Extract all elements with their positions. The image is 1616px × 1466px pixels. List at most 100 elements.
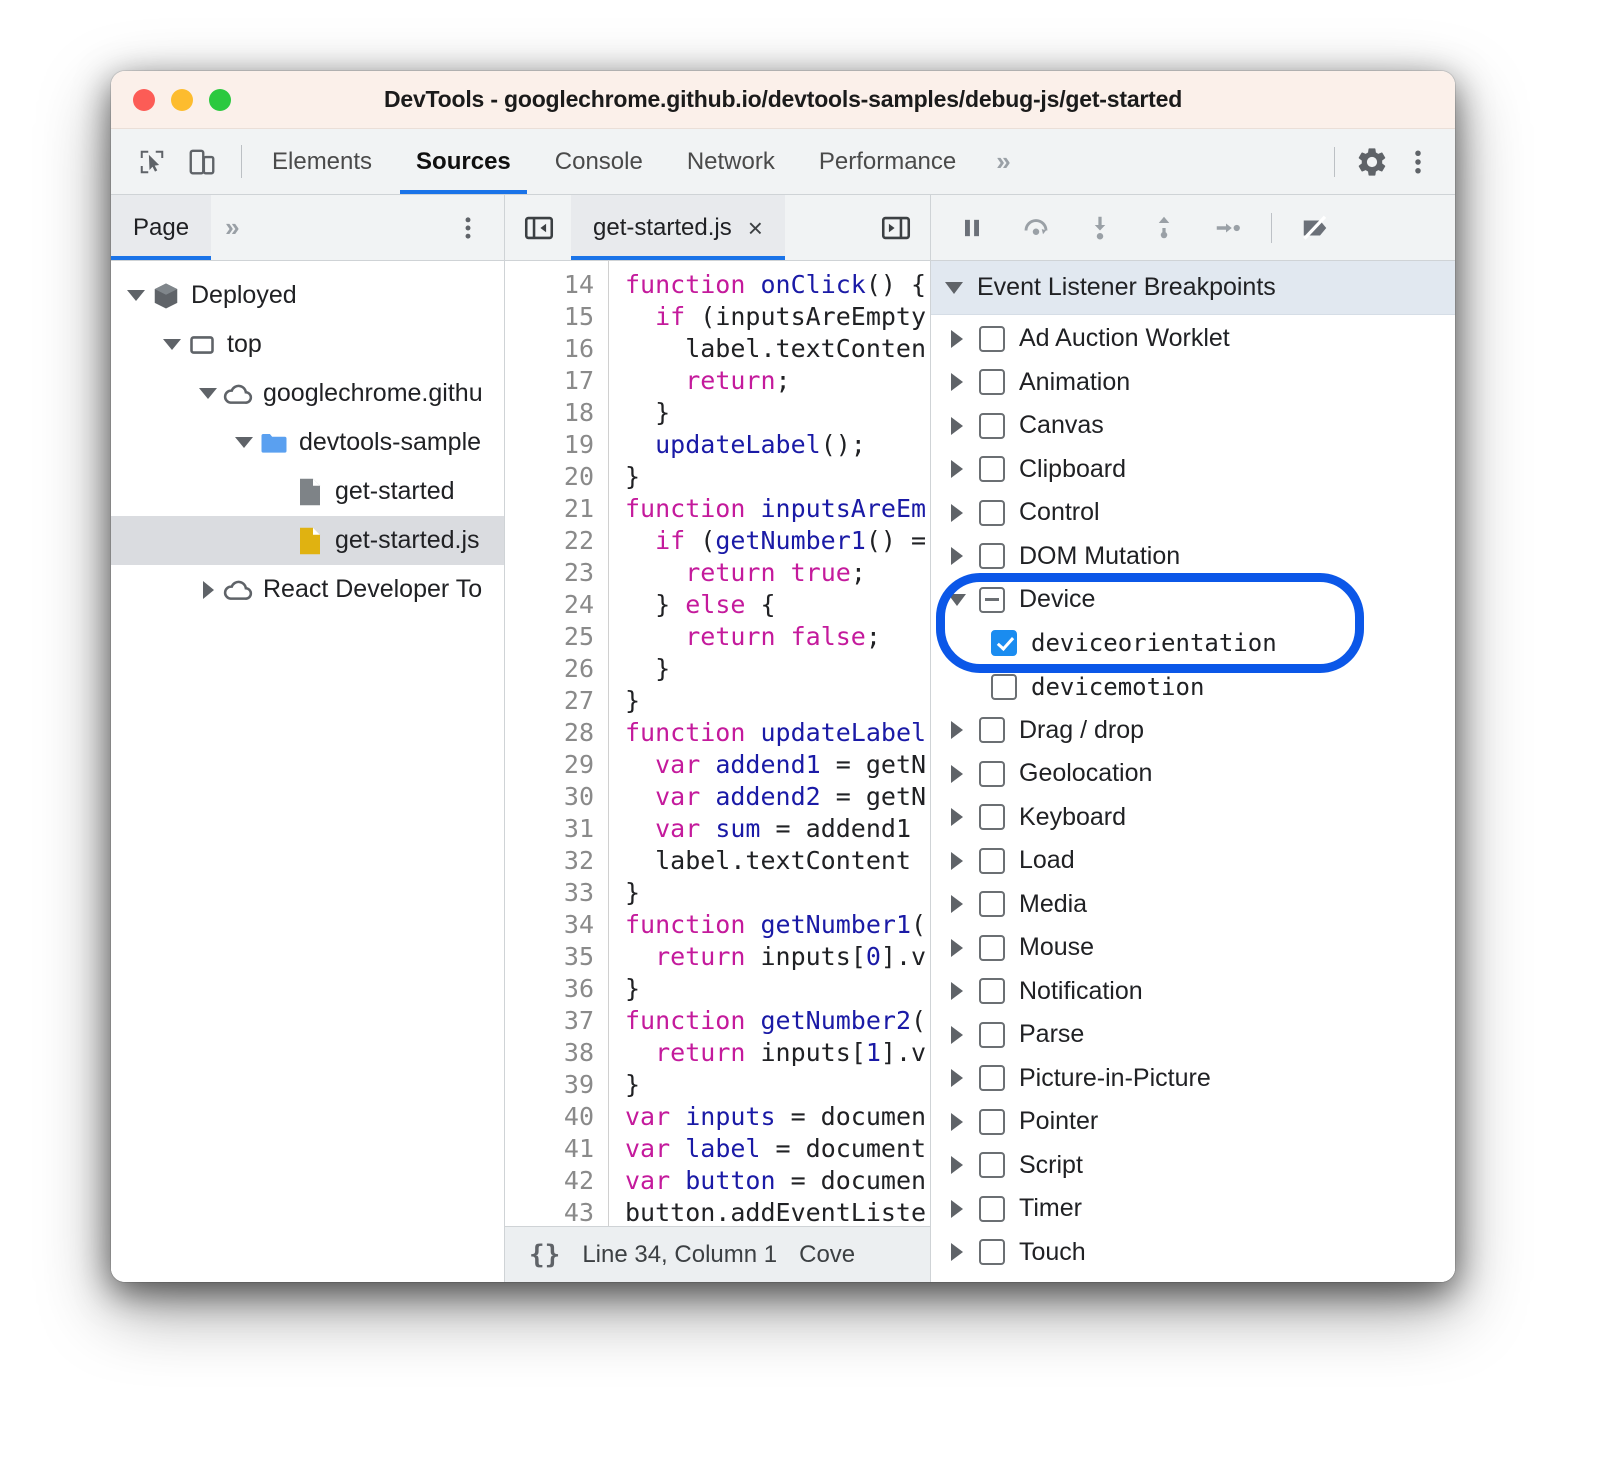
tab-network[interactable]: Network xyxy=(665,129,797,194)
gear-icon[interactable] xyxy=(1349,139,1395,185)
breakpoint-row-pointer[interactable]: Pointer xyxy=(931,1100,1455,1144)
breakpoint-row-device[interactable]: Device xyxy=(931,578,1455,622)
chevron-right-icon[interactable] xyxy=(943,1156,971,1174)
checkbox-device[interactable] xyxy=(979,587,1005,613)
chevron-down-icon[interactable] xyxy=(123,290,149,301)
checkbox-load[interactable] xyxy=(979,848,1005,874)
code-line[interactable]: } else { xyxy=(625,589,930,621)
checkbox-dom-mutation[interactable] xyxy=(979,543,1005,569)
breakpoint-row-drag-drop[interactable]: Drag / drop xyxy=(931,709,1455,753)
breakpoint-row-timer[interactable]: Timer xyxy=(931,1187,1455,1231)
checkbox-touch[interactable] xyxy=(979,1239,1005,1265)
tree-item-devtools-sample[interactable]: devtools-sample xyxy=(111,418,504,467)
show-debugger-icon[interactable] xyxy=(874,206,918,250)
checkbox-drag-drop[interactable] xyxy=(979,717,1005,743)
step-out-icon[interactable] xyxy=(1135,202,1193,254)
chevron-right-icon[interactable] xyxy=(943,852,971,870)
code-line[interactable]: return inputs[1].v xyxy=(625,1037,930,1069)
breakpoint-row-mouse[interactable]: Mouse xyxy=(931,926,1455,970)
step-into-icon[interactable] xyxy=(1071,202,1129,254)
breakpoint-row-keyboard[interactable]: Keyboard xyxy=(931,796,1455,840)
code-line[interactable]: } xyxy=(625,1069,930,1101)
breakpoint-row-load[interactable]: Load xyxy=(931,839,1455,883)
code-line[interactable]: var label = document xyxy=(625,1133,930,1165)
breakpoint-row-control[interactable]: Control xyxy=(931,491,1455,535)
checkbox-mouse[interactable] xyxy=(979,935,1005,961)
chevron-right-icon[interactable] xyxy=(943,1069,971,1087)
code-line[interactable]: } xyxy=(625,877,930,909)
code-line[interactable]: return true; xyxy=(625,557,930,589)
checkbox-clipboard[interactable] xyxy=(979,456,1005,482)
breakpoint-row-touch[interactable]: Touch xyxy=(931,1231,1455,1275)
chevron-right-icon[interactable] xyxy=(943,1200,971,1218)
checkbox-geolocation[interactable] xyxy=(979,761,1005,787)
checkbox-media[interactable] xyxy=(979,891,1005,917)
code-line[interactable]: function inputsAreEm xyxy=(625,493,930,525)
chevron-right-icon[interactable] xyxy=(943,373,971,391)
code-line[interactable]: function onClick() { xyxy=(625,269,930,301)
code-line[interactable]: return false; xyxy=(625,621,930,653)
code-line[interactable]: function getNumber2( xyxy=(625,1005,930,1037)
code-line[interactable]: var addend2 = getN xyxy=(625,781,930,813)
chevron-down-icon[interactable] xyxy=(159,339,185,350)
code-line[interactable]: } xyxy=(625,685,930,717)
deactivate-breakpoints-icon[interactable] xyxy=(1286,202,1344,254)
step-icon[interactable] xyxy=(1199,202,1257,254)
breakpoint-row-geolocation[interactable]: Geolocation xyxy=(931,752,1455,796)
chevron-right-icon[interactable] xyxy=(943,721,971,739)
source-code[interactable]: function onClick() { if (inputsAreEmpty … xyxy=(609,261,930,1226)
tree-item-deployed[interactable]: Deployed xyxy=(111,271,504,320)
checkbox-devicemotion[interactable] xyxy=(991,674,1017,700)
chevron-right-icon[interactable] xyxy=(943,1026,971,1044)
navigator-tab-page[interactable]: Page xyxy=(111,195,211,260)
zoom-window-button[interactable] xyxy=(209,89,231,111)
tree-item-googlechrome-githu[interactable]: googlechrome.githu xyxy=(111,369,504,418)
editor-tab-get-started-js[interactable]: get-started.js × xyxy=(571,195,785,260)
checkbox-deviceorientation[interactable] xyxy=(991,630,1017,656)
chevron-right-icon[interactable] xyxy=(943,460,971,478)
tree-item-react-developer-to[interactable]: React Developer To xyxy=(111,565,504,614)
checkbox-parse[interactable] xyxy=(979,1022,1005,1048)
minimize-window-button[interactable] xyxy=(171,89,193,111)
checkbox-control[interactable] xyxy=(979,500,1005,526)
code-line[interactable]: } xyxy=(625,397,930,429)
close-icon[interactable]: × xyxy=(748,215,763,241)
breakpoint-row-devicemotion[interactable]: devicemotion xyxy=(931,665,1455,709)
chevron-right-icon[interactable] xyxy=(943,765,971,783)
checkbox-picture-in-picture[interactable] xyxy=(979,1065,1005,1091)
breakpoint-row-ad-auction-worklet[interactable]: Ad Auction Worklet xyxy=(931,317,1455,361)
chevron-right-icon[interactable] xyxy=(943,808,971,826)
code-line[interactable]: if (getNumber1() = xyxy=(625,525,930,557)
code-line[interactable]: label.textConten xyxy=(625,333,930,365)
tab-elements[interactable]: Elements xyxy=(250,129,394,194)
event-listener-breakpoints-header[interactable]: Event Listener Breakpoints xyxy=(931,261,1455,315)
chevron-right-icon[interactable] xyxy=(943,895,971,913)
code-line[interactable]: function updateLabel xyxy=(625,717,930,749)
breakpoint-row-parse[interactable]: Parse xyxy=(931,1013,1455,1057)
checkbox-script[interactable] xyxy=(979,1152,1005,1178)
chevron-right-icon[interactable] xyxy=(943,982,971,1000)
coverage-label[interactable]: Cove xyxy=(799,1241,855,1269)
code-line[interactable]: function getNumber1( xyxy=(625,909,930,941)
device-toolbar-icon[interactable] xyxy=(179,139,225,185)
code-line[interactable]: return inputs[0].v xyxy=(625,941,930,973)
pause-resume-script-icon[interactable] xyxy=(943,202,1001,254)
breakpoint-row-deviceorientation[interactable]: deviceorientation xyxy=(931,622,1455,666)
chevron-down-icon[interactable] xyxy=(943,594,971,606)
tab-performance[interactable]: Performance xyxy=(797,129,978,194)
inspect-cursor-icon[interactable] xyxy=(129,139,175,185)
pretty-print-icon[interactable]: {} xyxy=(529,1240,560,1270)
kebab-menu-icon[interactable] xyxy=(1395,139,1441,185)
navigator-kebab-menu-icon[interactable] xyxy=(432,195,504,260)
chevron-right-icon[interactable] xyxy=(943,547,971,565)
breakpoint-row-picture-in-picture[interactable]: Picture-in-Picture xyxy=(931,1057,1455,1101)
more-tabs-chevron-icon[interactable]: » xyxy=(978,129,1028,194)
chevron-right-icon[interactable] xyxy=(943,1243,971,1261)
chevron-right-icon[interactable] xyxy=(943,1113,971,1131)
code-area[interactable]: 1415161718192021222324252627282930313233… xyxy=(505,261,930,1226)
code-line[interactable]: label.textContent xyxy=(625,845,930,877)
chevron-down-icon[interactable] xyxy=(231,437,257,448)
chevron-right-icon[interactable] xyxy=(943,939,971,957)
tree-item-top[interactable]: top xyxy=(111,320,504,369)
checkbox-keyboard[interactable] xyxy=(979,804,1005,830)
